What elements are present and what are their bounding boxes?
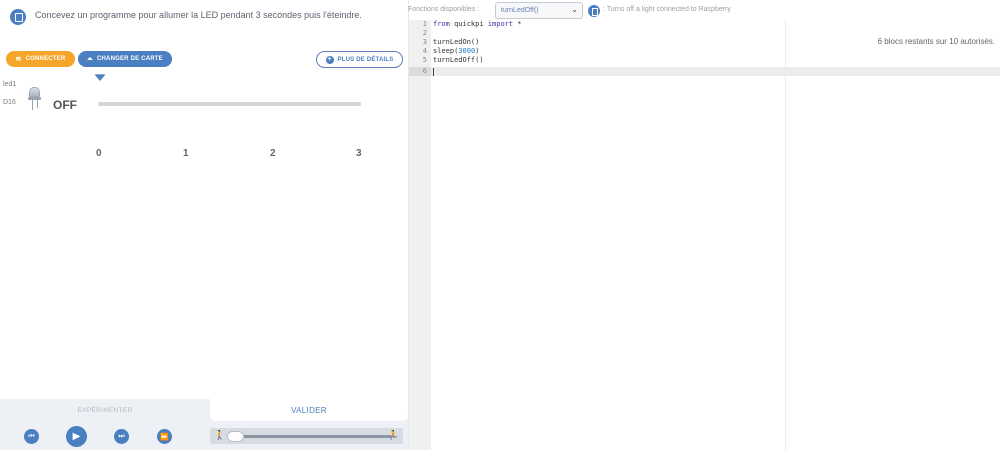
function-doc-icon (588, 5, 600, 17)
board-icon: ⏶ (87, 55, 93, 63)
change-board-button[interactable]: ⏶ CHANGER DE CARTE (78, 51, 172, 67)
code-keyword: import (487, 20, 514, 28)
timeline-tick: 3 (356, 148, 362, 159)
code-text: turnLedOff() (433, 56, 484, 64)
blocks-remaining: 6 blocs restants sur 10 autorisés. (877, 37, 995, 46)
timeline-track (98, 102, 361, 106)
function-description: : Turns off a light connected to Raspber… (603, 6, 731, 13)
speed-track (230, 435, 392, 438)
code-keyword: from (433, 20, 450, 28)
text-cursor (433, 68, 434, 76)
play-button[interactable]: ▶ (66, 426, 87, 447)
step-button[interactable]: ⏭ (114, 429, 129, 444)
code-text: sleep(3000) (433, 47, 480, 55)
change-board-button-label: CHANGER DE CARTE (96, 56, 163, 62)
chevron-down-icon: ⌄ (571, 5, 578, 14)
line-number: 1 (422, 20, 427, 28)
timeline-tick: 0 (96, 148, 102, 159)
fast-forward-button[interactable]: ⏩ (157, 429, 172, 444)
editor-gutter (409, 20, 431, 450)
run-fast-icon: 🏃 (387, 430, 399, 440)
led-icon (29, 87, 40, 97)
line-number: 2 (422, 29, 427, 37)
timeline-tick: 1 (183, 148, 189, 159)
play-icon: ▶ (72, 431, 81, 442)
task-description: Concevez un programme pour allumer la LE… (35, 10, 362, 20)
more-details-button[interactable]: + PLUS DE DÉTAILS (316, 51, 403, 68)
component-name: led1 (3, 81, 17, 88)
led-base (28, 97, 41, 100)
left-panel: Concevez un programme pour allumer la LE… (0, 0, 408, 450)
task-doc-icon (10, 9, 26, 25)
led-leg (32, 100, 33, 110)
speed-slider-knob[interactable] (227, 431, 244, 442)
code-text: turnLedOn() (433, 38, 480, 46)
speed-slider[interactable]: 🚶 🏃 (210, 428, 403, 444)
code-editor[interactable] (431, 20, 1000, 450)
step-icon: ⏭ (118, 432, 125, 440)
led-state: OFF (53, 98, 77, 112)
timeline-cursor-marker[interactable] (95, 75, 105, 81)
more-details-button-label: PLUS DE DÉTAILS (337, 56, 394, 63)
connect-button-label: CONNECTER (25, 56, 66, 62)
led-leg (37, 100, 38, 108)
code-line[interactable]: 1 from quickpi import * (409, 20, 1000, 29)
line-number: 5 (422, 56, 427, 64)
editor-print-margin (785, 20, 786, 450)
code-line[interactable]: 6 (409, 67, 1000, 76)
code-text: from quickpi import * (433, 20, 522, 28)
component-pin: D16 (3, 99, 16, 106)
line-number: 3 (422, 38, 427, 46)
tab-validate[interactable]: VALIDER (210, 399, 408, 421)
connect-button[interactable]: ≋ CONNECTER (6, 51, 75, 67)
functions-label: Fonctions disponibles : (408, 6, 480, 13)
plus-icon: + (325, 55, 334, 64)
timeline-tick: 2 (270, 148, 276, 159)
line-number: 4 (422, 47, 427, 55)
code-line[interactable]: 5 turnLedOff() (409, 56, 1000, 65)
walk-slow-icon: 🚶 (214, 430, 226, 440)
fast-forward-icon: ⏩ (160, 433, 169, 441)
code-number: 3000 (458, 47, 476, 55)
tab-experiment[interactable]: EXPÉRIMENTER (0, 399, 210, 421)
code-line[interactable]: 4 sleep(3000) (409, 47, 1000, 56)
line-number: 6 (422, 67, 427, 75)
functions-select-value: turnLedOff() (501, 7, 539, 14)
rewind-icon: ⏮ (28, 432, 35, 440)
rewind-button[interactable]: ⏮ (24, 429, 39, 444)
functions-select[interactable]: turnLedOff() ⌄ (495, 2, 583, 19)
wifi-icon: ≋ (15, 55, 22, 63)
